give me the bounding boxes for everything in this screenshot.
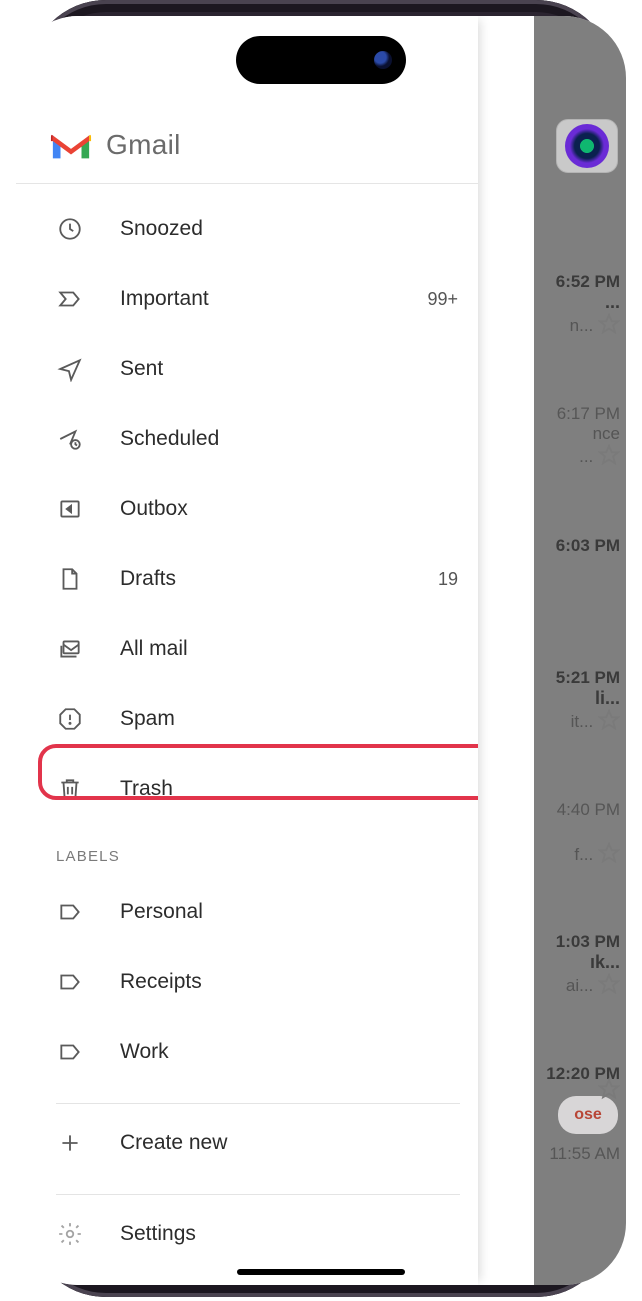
inbox-snippet: ai... <box>566 976 593 995</box>
nav-label: Snoozed <box>120 217 458 241</box>
nav-trash[interactable]: Trash <box>16 754 478 824</box>
inbox-snippet: ... <box>556 292 620 313</box>
plus-icon <box>56 1129 84 1157</box>
gmail-icon <box>50 129 92 161</box>
compose-button[interactable]: ose <box>558 1096 618 1134</box>
inbox-snippet: f... <box>574 845 593 864</box>
nav-scheduled[interactable]: Scheduled <box>16 404 478 474</box>
inbox-snippet: ık... <box>556 952 620 973</box>
front-camera <box>374 51 392 69</box>
nav-label: All mail <box>120 637 458 661</box>
drawer-body[interactable]: Snoozed Important 99+ Sent Scheduled Out… <box>16 194 478 1285</box>
nav-label: Personal <box>120 900 458 924</box>
trash-icon <box>56 775 84 803</box>
profile-button[interactable] <box>556 119 618 173</box>
nav-label: Create new <box>120 1131 458 1155</box>
inbox-time: 11:55 AM <box>549 1144 620 1164</box>
nav-sent[interactable]: Sent <box>16 334 478 404</box>
nav-spam[interactable]: Spam <box>16 684 478 754</box>
draft-icon <box>56 565 84 593</box>
inbox-peek-row[interactable]: 11:55 AM <box>549 1144 620 1164</box>
nav-label: Drafts <box>120 567 438 591</box>
scheduled-icon <box>56 425 84 453</box>
inbox-dimmed-area[interactable]: 6:52 PM ... n... 6:17 PM nce ... 6:03 PM… <box>534 16 626 1285</box>
navigation-drawer: Gmail Snoozed Important 99+ Sent Schedul… <box>16 16 478 1285</box>
nav-label: Settings <box>120 1222 458 1246</box>
star-icon[interactable] <box>598 313 620 335</box>
nav-label: Receipts <box>120 970 458 994</box>
inbox-snippet: n... <box>570 316 594 335</box>
nav-label: Important <box>120 287 427 311</box>
inbox-peek-row[interactable]: 6:03 PM <box>556 536 620 556</box>
nav-count: 99+ <box>427 289 458 310</box>
label-icon <box>56 1038 84 1066</box>
labels-header: LABELS <box>16 824 478 877</box>
star-icon[interactable] <box>598 444 620 466</box>
screen: 6:52 PM ... n... 6:17 PM nce ... 6:03 PM… <box>16 16 626 1285</box>
inbox-time: 5:21 PM <box>556 668 620 688</box>
divider <box>56 1103 460 1104</box>
divider <box>56 1194 460 1195</box>
star-icon[interactable] <box>598 709 620 731</box>
inbox-time: 6:17 PM <box>557 404 620 424</box>
nav-settings[interactable]: Settings <box>16 1199 478 1269</box>
inbox-peek-row[interactable]: 4:40 PM f... <box>557 800 620 865</box>
nav-label-personal[interactable]: Personal <box>16 877 478 947</box>
nav-outbox[interactable]: Outbox <box>16 474 478 544</box>
label-icon <box>56 898 84 926</box>
inbox-snippet: ... <box>579 447 593 466</box>
inbox-peek-row[interactable]: 1:03 PM ık... ai... <box>556 932 620 996</box>
gmail-logo: Gmail <box>50 129 181 161</box>
inbox-peek-row[interactable]: 5:21 PM li... it... <box>556 668 620 732</box>
spam-icon <box>56 705 84 733</box>
nav-label: Work <box>120 1040 458 1064</box>
nav-create-new[interactable]: Create new <box>16 1108 478 1178</box>
nav-allmail[interactable]: All mail <box>16 614 478 684</box>
nav-snoozed[interactable]: Snoozed <box>16 194 478 264</box>
dynamic-island <box>236 36 406 84</box>
label-icon <box>56 968 84 996</box>
home-indicator[interactable] <box>237 1269 405 1275</box>
nav-label: Scheduled <box>120 427 458 451</box>
nav-count: 19 <box>438 569 458 590</box>
outbox-icon <box>56 495 84 523</box>
compose-label: ose <box>574 1106 602 1124</box>
inbox-time: 4:40 PM <box>557 800 620 820</box>
inbox-time: 1:03 PM <box>556 932 620 952</box>
avatar <box>565 124 609 168</box>
inbox-snippet: li... <box>556 688 620 709</box>
clock-icon <box>56 215 84 243</box>
star-icon[interactable] <box>598 973 620 995</box>
inbox-snippet: nce <box>557 424 620 444</box>
inbox-peek-row[interactable]: 6:52 PM ... n... <box>556 272 620 336</box>
nav-drafts[interactable]: Drafts 19 <box>16 544 478 614</box>
nav-important[interactable]: Important 99+ <box>16 264 478 334</box>
gear-icon <box>56 1220 84 1248</box>
nav-label-receipts[interactable]: Receipts <box>16 947 478 1017</box>
star-icon[interactable] <box>598 1078 620 1100</box>
star-icon[interactable] <box>598 842 620 864</box>
nav-label: Outbox <box>120 497 458 521</box>
app-name: Gmail <box>106 129 181 161</box>
nav-label: Spam <box>120 707 458 731</box>
inbox-peek-row[interactable]: 6:17 PM nce ... <box>557 404 620 467</box>
nav-label-work[interactable]: Work <box>16 1017 478 1087</box>
nav-label: Sent <box>120 357 458 381</box>
nav-label: Trash <box>120 777 458 801</box>
sent-icon <box>56 355 84 383</box>
inbox-time: 6:03 PM <box>556 536 620 556</box>
important-icon <box>56 285 84 313</box>
allmail-icon <box>56 635 84 663</box>
inbox-time: 6:52 PM <box>556 272 620 292</box>
inbox-snippet: it... <box>571 712 594 731</box>
